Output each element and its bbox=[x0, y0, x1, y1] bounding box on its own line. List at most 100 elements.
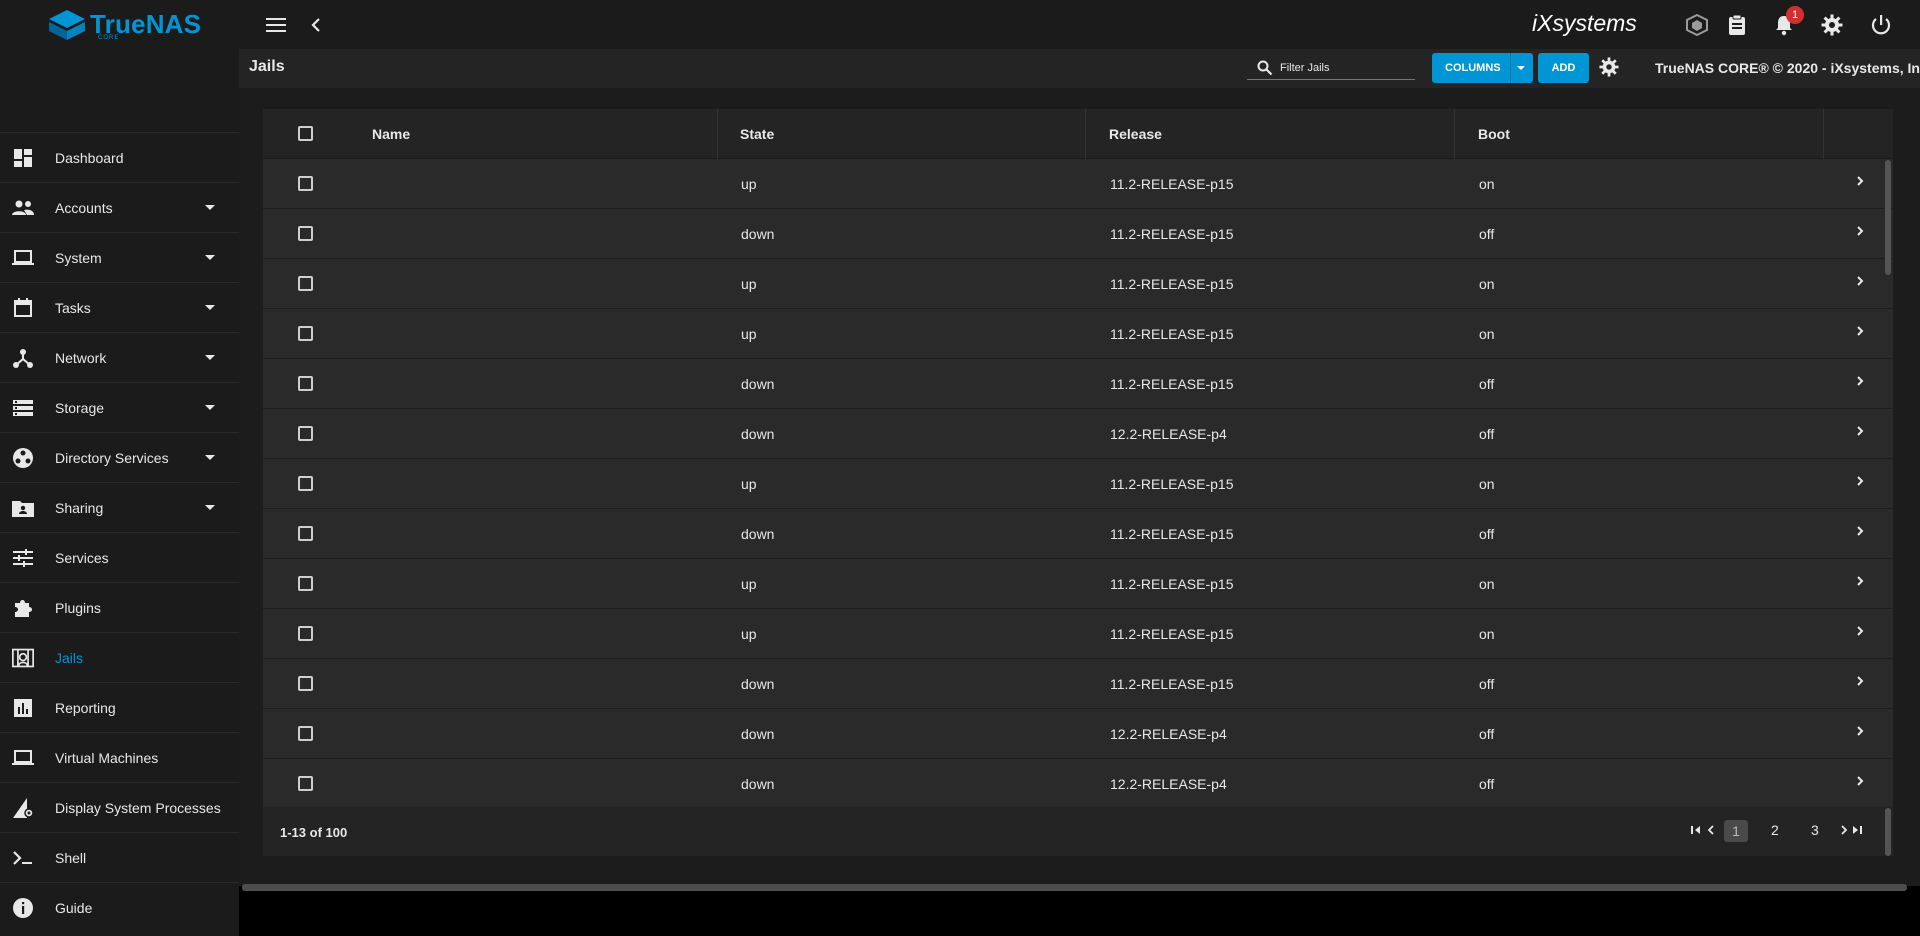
chevron-right-icon[interactable] bbox=[1853, 774, 1867, 788]
table-row[interactable]: up 11.2-RELEASE-p15 on bbox=[263, 609, 1893, 659]
cell-release: 12.2-RELEASE-p4 bbox=[1110, 776, 1227, 792]
sidebar-item-directory-services[interactable]: Directory Services bbox=[0, 432, 239, 482]
sidebar-item-system[interactable]: System bbox=[0, 232, 239, 282]
storage-icon bbox=[12, 397, 34, 419]
chevron-right-icon[interactable] bbox=[1853, 374, 1867, 388]
global-settings-button[interactable] bbox=[1599, 57, 1621, 79]
chevron-right-icon[interactable] bbox=[1853, 224, 1867, 238]
sidebar-item-virtual-machines[interactable]: Virtual Machines bbox=[0, 732, 239, 782]
table-row[interactable]: up 11.2-RELEASE-p15 on bbox=[263, 559, 1893, 609]
sidebar-item-jails[interactable]: Jails bbox=[0, 632, 239, 682]
sidebar-item-tasks[interactable]: Tasks bbox=[0, 282, 239, 332]
column-header-release[interactable]: Release bbox=[1109, 126, 1162, 142]
sidebar-item-sharing[interactable]: Sharing bbox=[0, 482, 239, 532]
chevron-right-icon[interactable] bbox=[1853, 174, 1867, 188]
cell-boot: off bbox=[1479, 726, 1495, 742]
chevron-right-icon[interactable] bbox=[1853, 724, 1867, 738]
table-scrollbar[interactable] bbox=[1885, 160, 1891, 275]
next-page-icon[interactable] bbox=[1838, 823, 1850, 837]
collapse-sidebar-button[interactable] bbox=[303, 12, 329, 38]
table-row[interactable]: down 12.2-RELEASE-p4 off bbox=[263, 409, 1893, 459]
select-all-checkbox[interactable] bbox=[298, 126, 313, 141]
page-scrollbar[interactable] bbox=[1885, 808, 1891, 856]
sidebar-item-reporting[interactable]: Reporting bbox=[0, 682, 239, 732]
row-checkbox[interactable] bbox=[298, 726, 313, 741]
row-checkbox[interactable] bbox=[298, 276, 313, 291]
sidebar-item-storage[interactable]: Storage bbox=[0, 382, 239, 432]
sidebar-item-plugins[interactable]: Plugins bbox=[0, 582, 239, 632]
table-row[interactable]: up 11.2-RELEASE-p15 on bbox=[263, 159, 1893, 209]
power-button[interactable] bbox=[1868, 12, 1894, 38]
tune-icon bbox=[12, 547, 34, 569]
sidebar-item-label: Storage bbox=[55, 399, 105, 416]
row-checkbox[interactable] bbox=[298, 226, 313, 241]
menu-toggle-button[interactable] bbox=[263, 12, 289, 38]
table-row[interactable]: down 12.2-RELEASE-p4 off bbox=[263, 759, 1893, 807]
page-button-1[interactable]: 1 bbox=[1724, 820, 1748, 842]
table-row[interactable]: down 11.2-RELEASE-p15 off bbox=[263, 209, 1893, 259]
truecommand-button[interactable] bbox=[1684, 12, 1710, 38]
last-page-icon[interactable] bbox=[1850, 823, 1864, 837]
ixsystems-logo[interactable]: iXsystems bbox=[1532, 10, 1637, 37]
table-row[interactable]: down 11.2-RELEASE-p15 off bbox=[263, 659, 1893, 709]
chevron-right-icon[interactable] bbox=[1853, 524, 1867, 538]
settings-button[interactable] bbox=[1819, 12, 1845, 38]
chevron-right-icon[interactable] bbox=[1853, 474, 1867, 488]
filter-jails-input[interactable] bbox=[1280, 58, 1412, 78]
chevron-right-icon[interactable] bbox=[1853, 424, 1867, 438]
chevron-left-icon bbox=[311, 18, 320, 32]
sidebar-item-dashboard[interactable]: Dashboard bbox=[0, 132, 239, 182]
row-checkbox[interactable] bbox=[298, 476, 313, 491]
table-row[interactable]: down 12.2-RELEASE-p4 off bbox=[263, 709, 1893, 759]
column-header-name[interactable]: Name bbox=[372, 126, 410, 142]
table-row[interactable]: down 11.2-RELEASE-p15 off bbox=[263, 509, 1893, 559]
caret-down-icon bbox=[1517, 66, 1525, 70]
task-manager-button[interactable] bbox=[1724, 12, 1750, 38]
chevron-right-icon[interactable] bbox=[1853, 624, 1867, 638]
row-checkbox[interactable] bbox=[298, 776, 313, 791]
sidebar-item-display-system-processes[interactable]: Display System Processes bbox=[0, 782, 239, 832]
page-button-3[interactable]: 3 bbox=[1811, 822, 1819, 838]
sidebar-item-network[interactable]: Network bbox=[0, 332, 239, 382]
truenas-logo[interactable]: TrueNAS CORE bbox=[48, 8, 201, 42]
sidebar-item-guide[interactable]: Guide bbox=[0, 882, 239, 932]
sidebar-item-label: Sharing bbox=[55, 499, 104, 516]
add-button[interactable]: ADD bbox=[1538, 53, 1589, 83]
previous-page-icon[interactable] bbox=[1705, 823, 1717, 837]
row-checkbox[interactable] bbox=[298, 176, 313, 191]
row-checkbox[interactable] bbox=[298, 676, 313, 691]
chevron-right-icon[interactable] bbox=[1853, 324, 1867, 338]
row-checkbox[interactable] bbox=[298, 526, 313, 541]
row-checkbox[interactable] bbox=[298, 576, 313, 591]
column-header-state[interactable]: State bbox=[740, 126, 774, 142]
page-button-2[interactable]: 2 bbox=[1771, 822, 1779, 838]
cell-state: up bbox=[741, 276, 757, 292]
directory-icon bbox=[12, 447, 34, 469]
row-checkbox[interactable] bbox=[298, 626, 313, 641]
cell-boot: off bbox=[1479, 526, 1495, 542]
row-checkbox[interactable] bbox=[298, 376, 313, 391]
cell-state: up bbox=[741, 576, 757, 592]
chevron-right-icon[interactable] bbox=[1853, 274, 1867, 288]
table-row[interactable]: up 11.2-RELEASE-p15 on bbox=[263, 259, 1893, 309]
page-title: Jails bbox=[249, 58, 285, 75]
row-checkbox[interactable] bbox=[298, 326, 313, 341]
cell-boot: on bbox=[1479, 276, 1495, 292]
chevron-right-icon[interactable] bbox=[1853, 574, 1867, 588]
page-range-label: 1-13 of 100 bbox=[280, 825, 348, 840]
horizontal-scrollbar[interactable] bbox=[242, 884, 1907, 891]
sidebar-item-accounts[interactable]: Accounts bbox=[0, 182, 239, 232]
gear-icon bbox=[1599, 57, 1619, 77]
cell-state: up bbox=[741, 626, 757, 642]
chevron-right-icon[interactable] bbox=[1853, 674, 1867, 688]
table-row[interactable]: down 11.2-RELEASE-p15 off bbox=[263, 359, 1893, 409]
sidebar-item-services[interactable]: Services bbox=[0, 532, 239, 582]
row-checkbox[interactable] bbox=[298, 426, 313, 441]
table-row[interactable]: up 11.2-RELEASE-p15 on bbox=[263, 459, 1893, 509]
column-header-boot[interactable]: Boot bbox=[1478, 126, 1510, 142]
columns-button[interactable]: COLUMNS bbox=[1432, 53, 1533, 83]
sidebar-item-shell[interactable]: Shell bbox=[0, 832, 239, 882]
first-page-icon[interactable] bbox=[1689, 823, 1703, 837]
sidebar-item-label: Directory Services bbox=[55, 449, 169, 466]
table-row[interactable]: up 11.2-RELEASE-p15 on bbox=[263, 309, 1893, 359]
